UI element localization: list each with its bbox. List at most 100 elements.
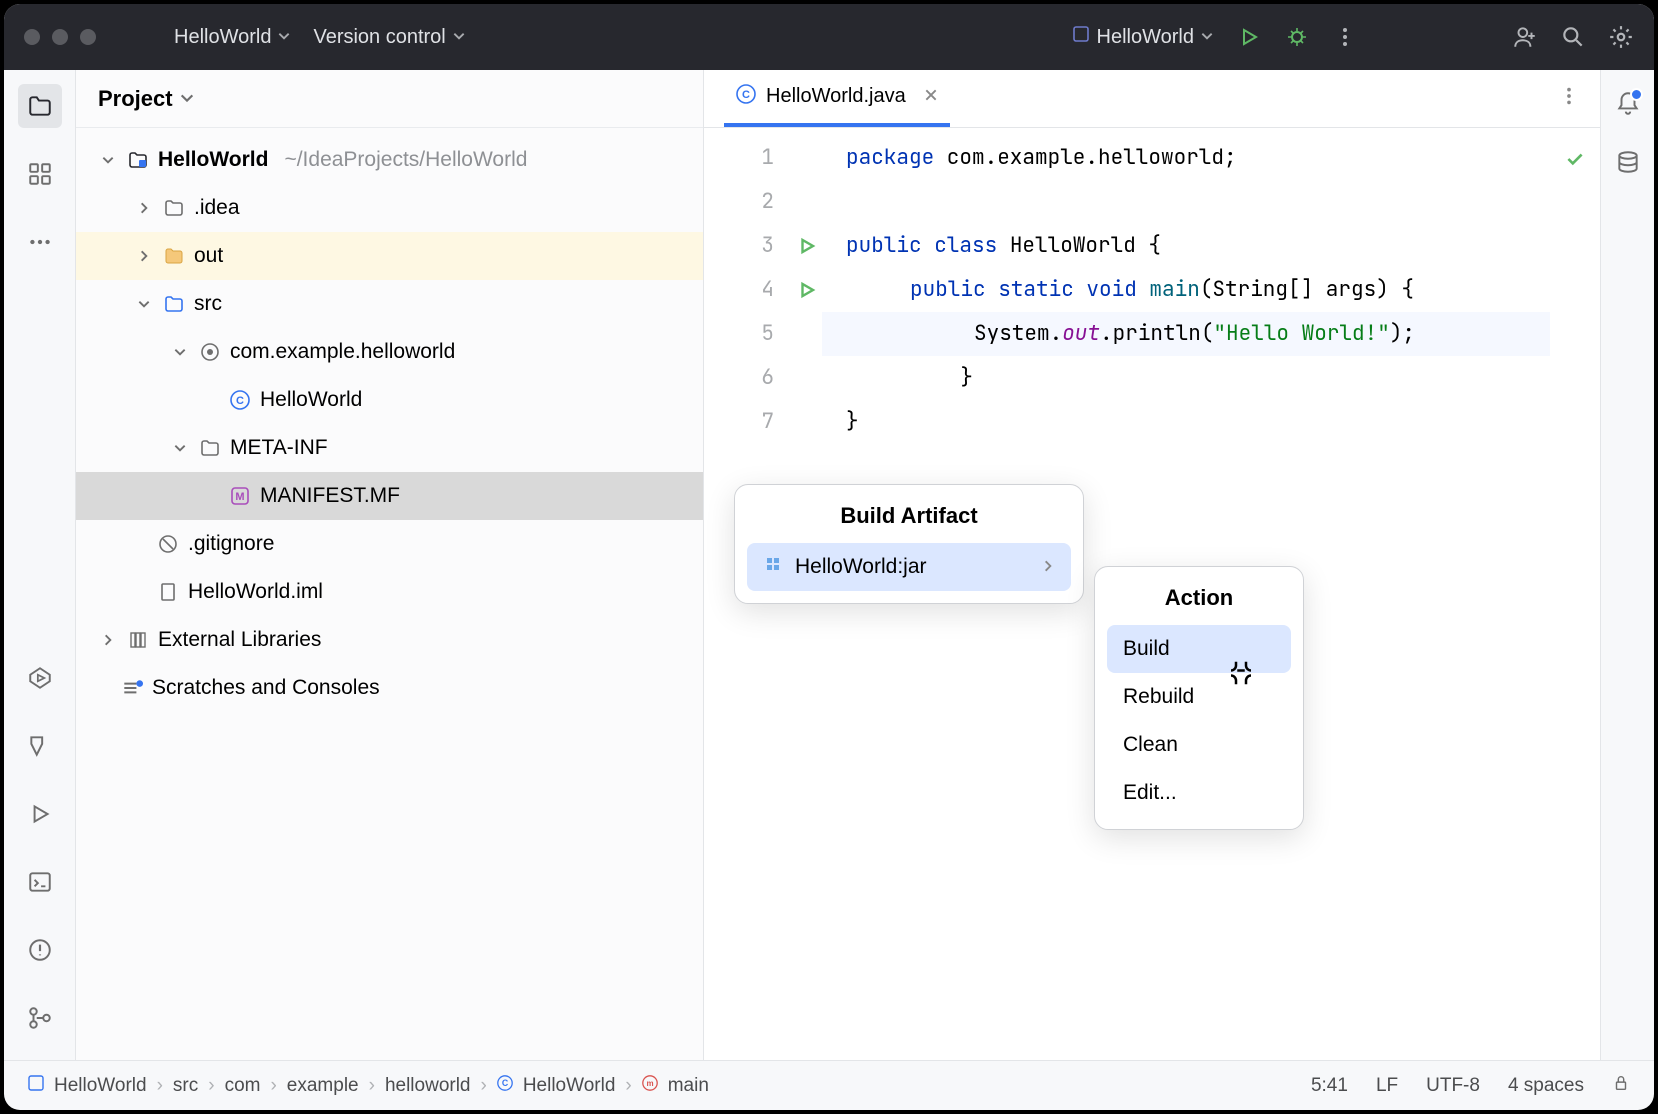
tree-root[interactable]: HelloWorld ~/IdeaProjects/HelloWorld bbox=[76, 136, 703, 184]
project-tree: HelloWorld ~/IdeaProjects/HelloWorld .id… bbox=[76, 128, 703, 712]
popup-title: Build Artifact bbox=[747, 503, 1071, 529]
titlebar: HelloWorld Version control HelloWorld bbox=[4, 4, 1654, 70]
folder-icon bbox=[198, 436, 222, 460]
run-gutter bbox=[792, 136, 822, 444]
class-icon: C bbox=[497, 1075, 513, 1097]
more-tool-button[interactable] bbox=[18, 220, 62, 264]
file-icon bbox=[156, 580, 180, 604]
svg-text:C: C bbox=[236, 395, 244, 407]
project-panel-header[interactable]: Project bbox=[76, 70, 703, 128]
artifact-item[interactable]: HelloWorld:jar bbox=[747, 543, 1071, 591]
svg-text:M: M bbox=[235, 491, 244, 503]
code-with-me-button[interactable] bbox=[1512, 24, 1538, 50]
services-tool-button[interactable] bbox=[18, 656, 62, 700]
chevron-down-icon bbox=[98, 153, 118, 167]
line-separator[interactable]: LF bbox=[1376, 1075, 1398, 1097]
chevron-down-icon bbox=[179, 86, 195, 112]
run-tool-button[interactable] bbox=[18, 792, 62, 836]
debug-button[interactable] bbox=[1284, 24, 1310, 50]
tree-scratches[interactable]: Scratches and Consoles bbox=[76, 664, 703, 712]
project-selector[interactable]: HelloWorld bbox=[174, 26, 291, 49]
search-everywhere-button[interactable] bbox=[1560, 24, 1586, 50]
tree-item-src[interactable]: src bbox=[76, 280, 703, 328]
tree-item-iml[interactable]: HelloWorld.iml bbox=[76, 568, 703, 616]
action-edit[interactable]: Edit... bbox=[1107, 769, 1291, 817]
tree-label: src bbox=[194, 292, 222, 316]
tree-item-idea[interactable]: .idea bbox=[76, 184, 703, 232]
notifications-button[interactable] bbox=[1615, 90, 1641, 121]
run-line-icon[interactable] bbox=[792, 224, 822, 268]
tree-label: Scratches and Consoles bbox=[152, 676, 380, 700]
close-tab-button[interactable] bbox=[924, 85, 938, 108]
manifest-icon: M bbox=[228, 484, 252, 508]
tree-item-out[interactable]: out bbox=[76, 232, 703, 280]
vcs-menu[interactable]: Version control bbox=[313, 26, 465, 49]
tree-item-package[interactable]: com.example.helloworld bbox=[76, 328, 703, 376]
tab-more-button[interactable] bbox=[1558, 85, 1580, 112]
minimize-window[interactable] bbox=[52, 29, 68, 45]
svg-text:C: C bbox=[502, 1078, 509, 1088]
vcs-tool-button[interactable] bbox=[18, 996, 62, 1040]
tree-external-libs[interactable]: External Libraries bbox=[76, 616, 703, 664]
structure-tool-button[interactable] bbox=[18, 152, 62, 196]
chevron-right-icon bbox=[134, 201, 154, 215]
tree-item-manifest[interactable]: M MANIFEST.MF bbox=[76, 472, 703, 520]
readonly-toggle[interactable] bbox=[1612, 1074, 1630, 1098]
tree-label: .idea bbox=[194, 196, 240, 220]
status-bar: HelloWorld › src › com › example › hello… bbox=[4, 1060, 1654, 1110]
more-actions-button[interactable] bbox=[1332, 24, 1358, 50]
chevron-right-icon bbox=[134, 249, 154, 263]
chevron-down-icon bbox=[1200, 26, 1214, 49]
chevron-down-icon bbox=[134, 297, 154, 311]
breadcrumb[interactable]: HelloWorld › src › com › example › hello… bbox=[28, 1075, 709, 1097]
tree-item-class[interactable]: C HelloWorld bbox=[76, 376, 703, 424]
code-lines: package com.example.helloworld; public c… bbox=[822, 136, 1550, 444]
action-popup: Action Build Rebuild Clean Edit... bbox=[1094, 566, 1304, 830]
indent[interactable]: 4 spaces bbox=[1508, 1075, 1584, 1097]
chevron-down-icon bbox=[277, 26, 291, 49]
editor-tabs: C HelloWorld.java bbox=[704, 70, 1600, 128]
tree-item-metainf[interactable]: META-INF bbox=[76, 424, 703, 472]
folder-icon bbox=[162, 196, 186, 220]
project-tool-button[interactable] bbox=[18, 84, 62, 128]
run-config-name: HelloWorld bbox=[1097, 26, 1194, 49]
class-icon: C bbox=[736, 84, 756, 110]
build-artifact-popup: Build Artifact HelloWorld:jar bbox=[734, 484, 1084, 604]
close-window[interactable] bbox=[24, 29, 40, 45]
module-icon bbox=[126, 148, 150, 172]
tree-label: com.example.helloworld bbox=[230, 340, 455, 364]
build-tool-button[interactable] bbox=[18, 724, 62, 768]
scratches-icon bbox=[120, 676, 144, 700]
action-rebuild[interactable]: Rebuild bbox=[1107, 673, 1291, 721]
project-name: HelloWorld bbox=[174, 26, 271, 49]
run-button[interactable] bbox=[1236, 24, 1262, 50]
library-icon bbox=[126, 628, 150, 652]
artifact-icon bbox=[763, 554, 783, 580]
maximize-window[interactable] bbox=[80, 29, 96, 45]
svg-text:m: m bbox=[646, 1079, 653, 1088]
editor-tab[interactable]: C HelloWorld.java bbox=[724, 70, 950, 127]
run-config-selector[interactable]: HelloWorld bbox=[1071, 24, 1214, 50]
encoding[interactable]: UTF-8 bbox=[1426, 1075, 1480, 1097]
chevron-right-icon: › bbox=[625, 1075, 631, 1097]
tree-label: META-INF bbox=[230, 436, 328, 460]
chevron-right-icon: › bbox=[208, 1075, 214, 1097]
action-clean[interactable]: Clean bbox=[1107, 721, 1291, 769]
action-build[interactable]: Build bbox=[1107, 625, 1291, 673]
class-icon: C bbox=[228, 388, 252, 412]
package-icon bbox=[198, 340, 222, 364]
code-editor[interactable]: 1 2 3 4 5 6 7 packag bbox=[704, 128, 1600, 444]
inspection-ok-icon[interactable] bbox=[1550, 136, 1600, 444]
cursor-position[interactable]: 5:41 bbox=[1311, 1075, 1348, 1097]
right-toolbar bbox=[1600, 70, 1654, 1060]
run-line-icon[interactable] bbox=[792, 268, 822, 312]
database-tool-button[interactable] bbox=[1615, 149, 1641, 180]
problems-tool-button[interactable] bbox=[18, 928, 62, 972]
left-toolbar bbox=[4, 70, 76, 1060]
chevron-right-icon bbox=[1041, 555, 1055, 579]
method-icon: m bbox=[642, 1075, 658, 1097]
terminal-tool-button[interactable] bbox=[18, 860, 62, 904]
vcs-label: Version control bbox=[313, 26, 445, 49]
settings-button[interactable] bbox=[1608, 24, 1634, 50]
tree-item-gitignore[interactable]: .gitignore bbox=[76, 520, 703, 568]
